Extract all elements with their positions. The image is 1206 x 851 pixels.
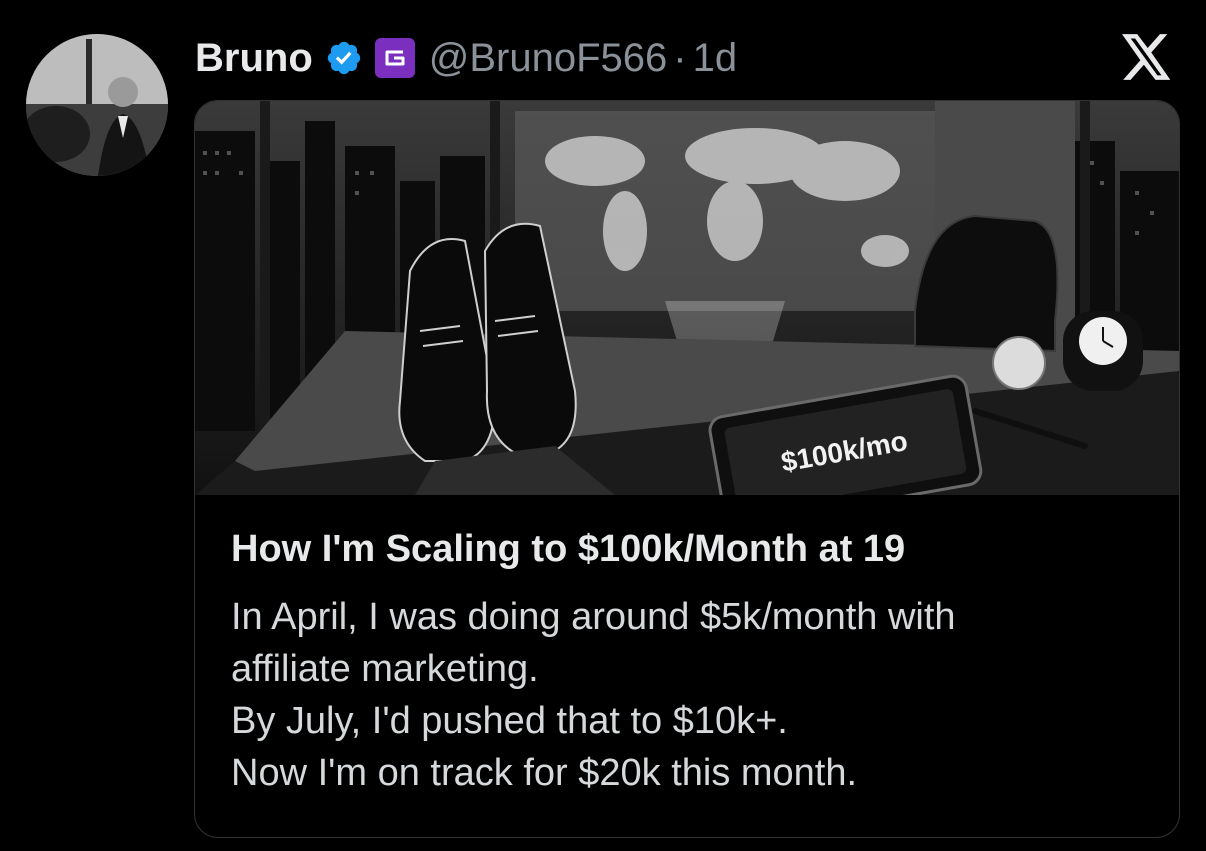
excerpt-line: Now I'm on track for $20k this month. [231, 752, 858, 794]
tweet-header: Bruno @BrunoF566 · 1d [195, 30, 737, 86]
excerpt-line: In April, I was doing around $5k/month w… [231, 596, 956, 638]
article-excerpt: In April, I was doing around $5k/month w… [231, 591, 1151, 799]
excerpt-line: By July, I'd pushed that to $10k+. [231, 700, 788, 742]
avatar[interactable] [26, 34, 168, 176]
author-handle[interactable]: @BrunoF566 [429, 36, 668, 81]
separator-dot: · [673, 35, 687, 80]
verified-badge-icon [327, 41, 360, 75]
author-name[interactable]: Bruno [195, 36, 313, 81]
article-title[interactable]: How I'm Scaling to $100k/Month at 19 [231, 525, 1151, 573]
x-logo-icon [1122, 34, 1171, 80]
article-image[interactable]: $100k/mo [195, 101, 1179, 495]
excerpt-line: affiliate marketing. [231, 648, 539, 690]
post-time[interactable]: 1d [693, 36, 738, 81]
affiliate-logo-icon[interactable] [374, 38, 415, 78]
article-card[interactable]: $100k/mo How I'm Scaling to $100k/Month … [194, 100, 1180, 838]
